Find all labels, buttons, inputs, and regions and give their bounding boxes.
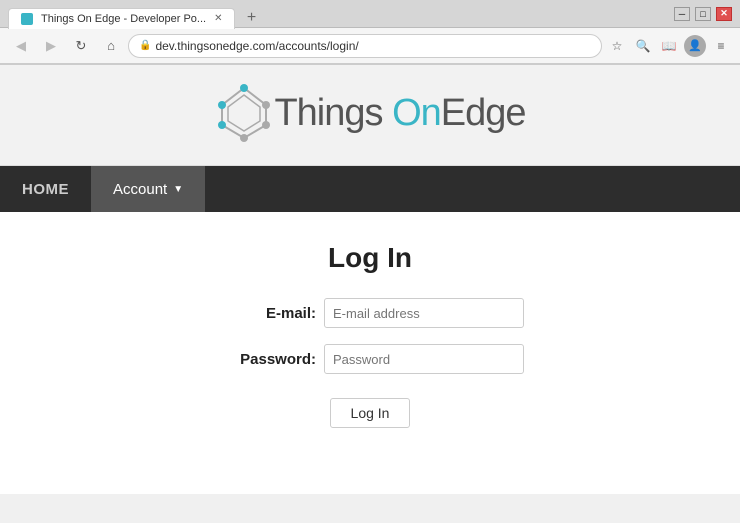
login-button[interactable]: Log In — [330, 398, 411, 428]
title-bar: Things On Edge - Developer Po... ✕ + ─ □… — [0, 0, 740, 28]
navbar: HOME Account ▼ — [0, 166, 740, 212]
password-label: Password: — [216, 351, 316, 368]
logo-text: Things OnEdge — [274, 92, 525, 135]
user-avatar[interactable]: 👤 — [684, 35, 706, 57]
back-button[interactable]: ◀ — [8, 33, 34, 59]
logo-things: Things — [274, 92, 392, 134]
window-controls: ─ □ ✕ — [674, 7, 732, 21]
close-button[interactable]: ✕ — [716, 7, 732, 21]
chevron-down-icon: ▼ — [173, 184, 183, 195]
lock-icon: 🔒 — [139, 40, 151, 51]
tab-title: Things On Edge - Developer Po... — [41, 13, 206, 25]
bookmarks-icon[interactable]: 📖 — [658, 35, 680, 57]
browser-tab[interactable]: Things On Edge - Developer Po... ✕ — [8, 8, 235, 29]
address-bar[interactable]: 🔒 dev.thingsonedge.com/accounts/login/ — [128, 34, 602, 58]
toolbar-icons: ☆ 🔍 📖 👤 ≡ — [606, 35, 732, 57]
forward-button[interactable]: ▶ — [38, 33, 64, 59]
tab-favicon — [21, 13, 33, 25]
home-button[interactable]: ⌂ — [98, 33, 124, 59]
bookmark-star-icon[interactable]: ☆ — [606, 35, 628, 57]
email-label: E-mail: — [216, 305, 316, 322]
website-content: Things OnEdge HOME Account ▼ Log In E-ma… — [0, 65, 740, 494]
email-row: E-mail: — [216, 298, 524, 328]
login-section: Log In E-mail: Password: Log In — [0, 212, 740, 448]
address-text: dev.thingsonedge.com/accounts/login/ — [155, 39, 358, 53]
logo-on-word: On — [392, 92, 441, 134]
nav-account-label: Account — [113, 181, 167, 198]
nav-account-menu[interactable]: Account ▼ — [91, 166, 205, 212]
minimize-button[interactable]: ─ — [674, 7, 690, 21]
maximize-button[interactable]: □ — [695, 7, 711, 21]
reload-button[interactable]: ↻ — [68, 33, 94, 59]
search-icon[interactable]: 🔍 — [632, 35, 654, 57]
browser-chrome: Things On Edge - Developer Po... ✕ + ─ □… — [0, 0, 740, 65]
browser-toolbar: ◀ ▶ ↻ ⌂ 🔒 dev.thingsonedge.com/accounts/… — [0, 28, 740, 64]
password-input[interactable] — [324, 344, 524, 374]
logo-icon — [214, 83, 274, 143]
password-row: Password: — [216, 344, 524, 374]
tab-bar: Things On Edge - Developer Po... ✕ + — [8, 0, 674, 29]
logo-edge-word: Edge — [441, 92, 526, 134]
email-input[interactable] — [324, 298, 524, 328]
tab-close-button[interactable]: ✕ — [214, 13, 222, 24]
menu-icon[interactable]: ≡ — [710, 35, 732, 57]
new-tab-button[interactable]: + — [239, 7, 263, 29]
nav-home-link[interactable]: HOME — [0, 166, 91, 212]
logo-area: Things OnEdge — [0, 65, 740, 166]
login-title: Log In — [328, 242, 412, 274]
logo-container: Things OnEdge — [214, 83, 525, 143]
